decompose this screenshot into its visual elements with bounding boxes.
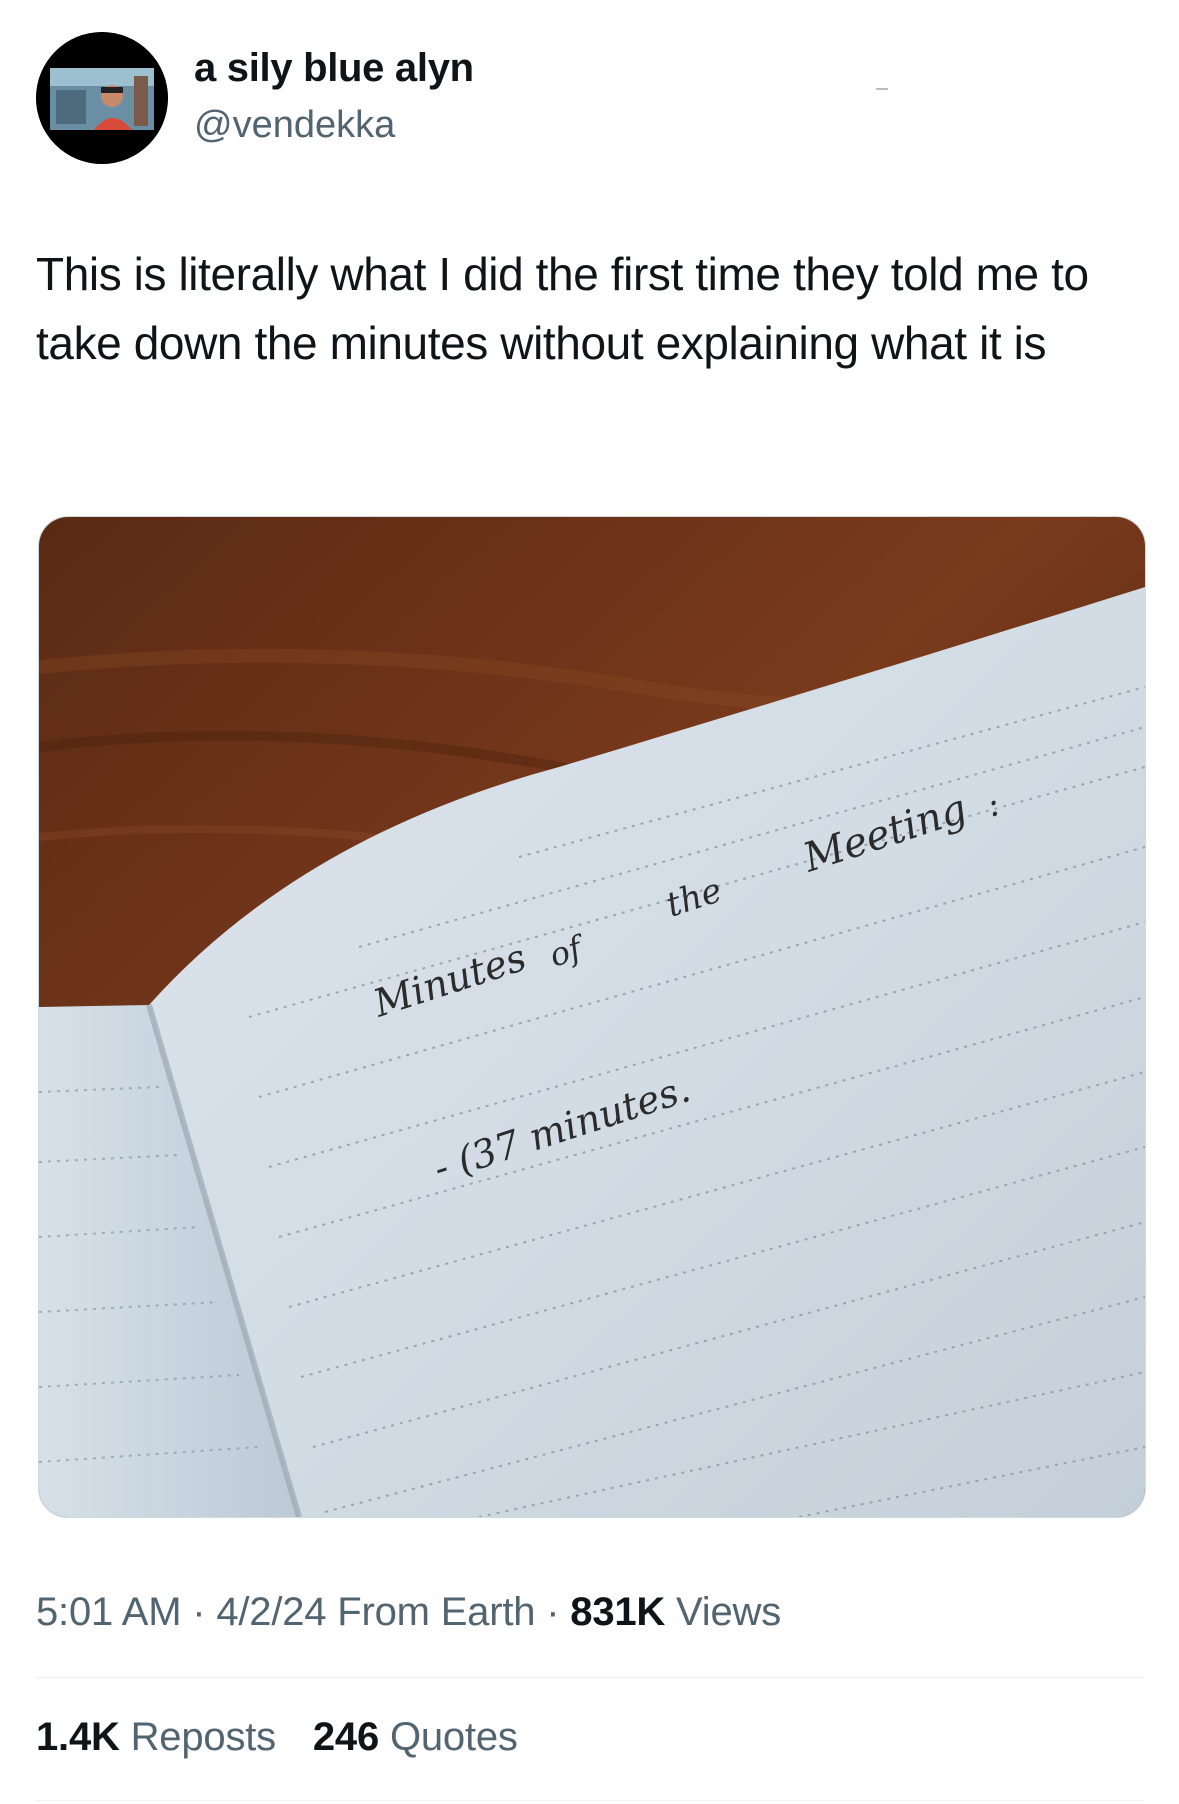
quotes-link[interactable]: 246 Quotes bbox=[313, 1715, 518, 1759]
divider bbox=[36, 1677, 1144, 1678]
views-label: Views bbox=[676, 1590, 782, 1634]
tweet-meta: 5:01 AM · 4/2/24 From Earth · 831K Views bbox=[36, 1590, 781, 1635]
reposts-label: Reposts bbox=[130, 1715, 277, 1759]
more-menu-icon[interactable] bbox=[876, 88, 888, 90]
tweet-date[interactable]: 4/2/24 bbox=[216, 1590, 326, 1634]
meta-separator: · bbox=[192, 1590, 206, 1634]
engagement-stats: 1.4K Reposts 246 Quotes bbox=[36, 1715, 544, 1760]
tweet-source: From Earth bbox=[337, 1590, 536, 1634]
reposts-link[interactable]: 1.4K Reposts bbox=[36, 1715, 287, 1759]
views-count: 831K bbox=[570, 1590, 666, 1634]
display-name[interactable]: a sily blue alyn bbox=[194, 46, 474, 91]
quotes-label: Quotes bbox=[389, 1715, 518, 1759]
tweet-text: This is literally what I did the first t… bbox=[36, 248, 1089, 369]
profile-photo-icon bbox=[36, 32, 168, 164]
notebook-photo-icon: Minutes of the Meeting : - (37 minutes. bbox=[39, 517, 1145, 1517]
meta-separator: · bbox=[546, 1590, 560, 1634]
tweet-photo[interactable]: Minutes of the Meeting : - (37 minutes. bbox=[38, 516, 1146, 1518]
quotes-count: 246 bbox=[312, 1715, 380, 1759]
tweet-time[interactable]: 5:01 AM bbox=[36, 1590, 182, 1634]
avatar[interactable] bbox=[36, 32, 168, 164]
divider bbox=[36, 1800, 1144, 1801]
user-handle[interactable]: @vendekka bbox=[194, 104, 395, 147]
reposts-count: 1.4K bbox=[36, 1715, 120, 1759]
